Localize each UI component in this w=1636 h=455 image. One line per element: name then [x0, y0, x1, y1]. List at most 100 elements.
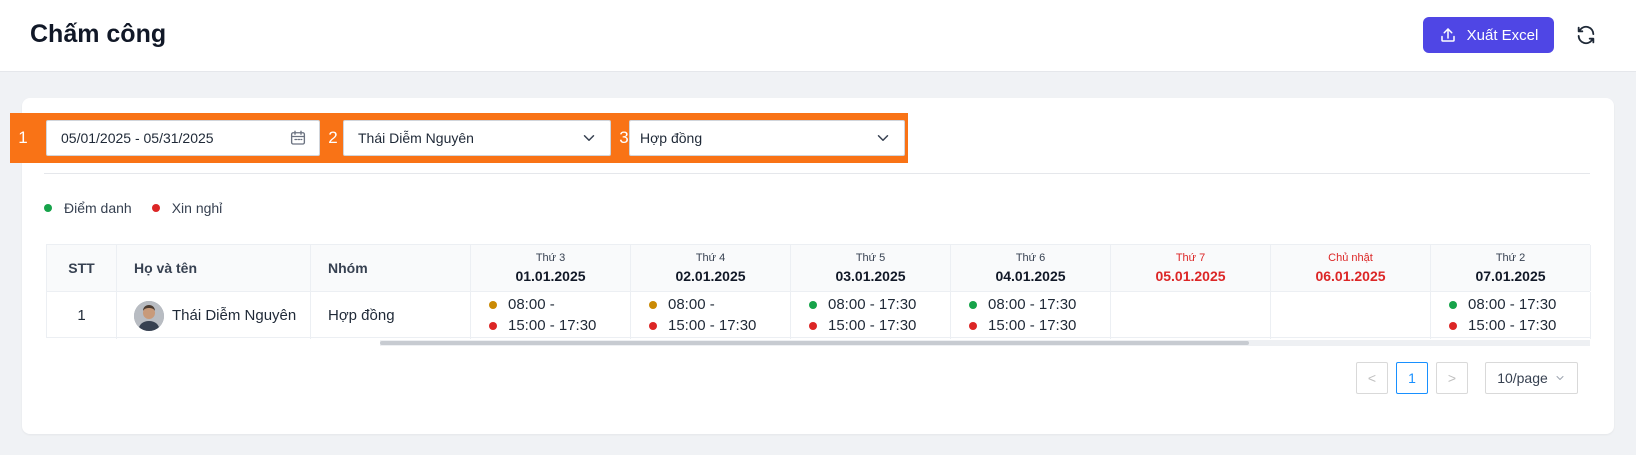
- red-dot-icon: [489, 322, 497, 330]
- green-dot-icon: [969, 301, 977, 309]
- legend-label: Điểm danh: [64, 200, 132, 216]
- column-header-group: Nhóm: [311, 245, 471, 291]
- column-header-stt: STT: [47, 245, 117, 291]
- green-dot-icon: [809, 301, 817, 309]
- leave-entry: 15:00 - 17:30: [1449, 318, 1556, 334]
- avatar: [134, 300, 164, 331]
- table-header: STT Họ và tên Nhóm Thứ 3 01.01.2025 Thứ …: [47, 245, 1591, 292]
- column-header-day: Thứ 6 04.01.2025: [951, 245, 1111, 291]
- day-name: Thứ 3: [535, 252, 566, 264]
- column-header-day: Thứ 4 02.01.2025: [631, 245, 791, 291]
- export-excel-button[interactable]: Xuất Excel: [1423, 17, 1554, 53]
- cell-name: Thái Diễm Nguyên: [117, 292, 311, 339]
- leave-entry: 15:00 - 17:30: [649, 318, 756, 334]
- divider: [44, 173, 1590, 174]
- day-name: Thứ 6: [1015, 252, 1046, 264]
- calendar-icon: [290, 130, 306, 145]
- red-dot-icon: [649, 322, 657, 330]
- day-date: 06.01.2025: [1315, 268, 1386, 284]
- red-dot-icon: [1449, 322, 1457, 330]
- entry-time: 15:00 - 17:30: [508, 317, 597, 334]
- entry-time: 08:00 - 17:30: [1468, 296, 1557, 313]
- column-header-day: Thứ 2 07.01.2025: [1431, 245, 1591, 291]
- leave-entry: 15:00 - 17:30: [489, 318, 596, 334]
- red-dot-icon: [151, 204, 160, 212]
- column-header-day-weekend: Thứ 7 05.01.2025: [1111, 245, 1271, 291]
- check-in-entry: 08:00 -: [649, 297, 756, 313]
- day-name: Thứ 2: [1495, 252, 1526, 264]
- cell-group: Hợp đồng: [311, 292, 471, 339]
- orange-dot-icon: [649, 301, 657, 309]
- cell-day: 08:00 - 17:30 15:00 - 17:30: [951, 292, 1111, 339]
- cell-day-empty: [1271, 292, 1431, 339]
- filter-number-1: 1: [18, 128, 28, 147]
- day-name: Thứ 4: [695, 252, 726, 264]
- scrollbar-thumb[interactable]: [380, 341, 1249, 345]
- cell-day: 08:00 - 15:00 - 17:30: [471, 292, 631, 339]
- page-title: Chấm công: [30, 20, 167, 48]
- entry-time: 08:00 -: [668, 296, 715, 313]
- day-date: 04.01.2025: [995, 268, 1066, 284]
- page-size-select[interactable]: 10/page: [1485, 362, 1578, 394]
- column-header-name: Họ và tên: [117, 245, 311, 291]
- entry-time: 15:00 - 17:30: [1468, 317, 1557, 334]
- check-in-entry: 08:00 -: [489, 297, 596, 313]
- group-select[interactable]: Hợp đồng: [629, 120, 905, 156]
- group-select-value: Hợp đồng: [640, 130, 703, 146]
- day-date: 02.01.2025: [675, 268, 746, 284]
- employee-select[interactable]: Thái Diễm Nguyên: [343, 120, 611, 156]
- cell-stt: 1: [47, 292, 117, 339]
- column-header-day: Thứ 3 01.01.2025: [471, 245, 631, 291]
- page-1-button[interactable]: 1: [1396, 362, 1428, 394]
- green-dot-icon: [44, 204, 52, 212]
- date-range-picker[interactable]: 05/01/2025 - 05/31/2025: [46, 120, 320, 156]
- entry-time: 15:00 - 17:30: [988, 317, 1077, 334]
- legend-item-attendance: Điểm danh: [44, 200, 132, 216]
- cell-day: 08:00 - 15:00 - 17:30: [631, 292, 791, 339]
- employee-select-value: Thái Diễm Nguyên: [358, 130, 474, 146]
- chevron-down-icon: [583, 135, 595, 141]
- column-header-day: Thứ 5 03.01.2025: [791, 245, 951, 291]
- entry-time: 15:00 - 17:30: [668, 317, 757, 334]
- red-dot-icon: [969, 322, 977, 330]
- leave-entry: 15:00 - 17:30: [809, 318, 916, 334]
- entry-time: 08:00 - 17:30: [988, 296, 1077, 313]
- employee-name: Thái Diễm Nguyên: [172, 307, 297, 324]
- chevron-down-icon: [877, 135, 889, 141]
- next-page-button[interactable]: >: [1436, 362, 1468, 394]
- orange-dot-icon: [489, 301, 497, 309]
- cell-day-empty: [1111, 292, 1271, 339]
- cell-day: 08:00 - 17:30 15:00 - 17:30: [1431, 292, 1591, 339]
- leave-entry: 15:00 - 17:30: [969, 318, 1076, 334]
- legend-label: Xin nghỉ: [171, 200, 223, 216]
- filter-bar: 1 05/01/2025 - 05/31/2025 2 Thái Diễm Ng…: [10, 113, 908, 163]
- cell-day: 08:00 - 17:30 15:00 - 17:30: [791, 292, 951, 339]
- chevron-down-icon: [1556, 376, 1564, 380]
- day-date: 01.01.2025: [515, 268, 586, 284]
- entry-time: 15:00 - 17:30: [828, 317, 917, 334]
- top-bar: Chấm công Xuất Excel: [0, 0, 1636, 72]
- day-date: 07.01.2025: [1475, 268, 1546, 284]
- green-dot-icon: [1449, 301, 1457, 309]
- red-dot-icon: [809, 322, 817, 330]
- entry-time: 08:00 -: [508, 296, 555, 313]
- horizontal-scrollbar[interactable]: [380, 340, 1590, 346]
- export-excel-label: Xuất Excel: [1466, 26, 1539, 44]
- entry-time: 08:00 - 17:30: [828, 296, 917, 313]
- timesheet-table: STT Họ và tên Nhóm Thứ 3 01.01.2025 Thứ …: [46, 244, 1591, 339]
- column-header-day-weekend: Chủ nhật 06.01.2025: [1271, 245, 1431, 291]
- day-date: 03.01.2025: [835, 268, 906, 284]
- day-name: Thứ 7: [1175, 252, 1206, 264]
- day-name: Chủ nhật: [1328, 252, 1373, 264]
- check-in-entry: 08:00 - 17:30: [969, 297, 1076, 313]
- prev-page-button[interactable]: <: [1356, 362, 1388, 394]
- refresh-icon[interactable]: [1575, 24, 1597, 46]
- date-range-value: 05/01/2025 - 05/31/2025: [61, 130, 214, 146]
- legend-item-leave: Xin nghỉ: [151, 200, 223, 216]
- legend: Điểm danh Xin nghỉ: [44, 200, 222, 216]
- table-row[interactable]: 1 Thái Diễm Nguyên Hợp đồng 08:00 - 15:0…: [47, 292, 1591, 339]
- upload-icon: [1440, 28, 1455, 42]
- day-date: 05.01.2025: [1155, 268, 1226, 284]
- check-in-entry: 08:00 - 17:30: [809, 297, 916, 313]
- check-in-entry: 08:00 - 17:30: [1449, 297, 1556, 313]
